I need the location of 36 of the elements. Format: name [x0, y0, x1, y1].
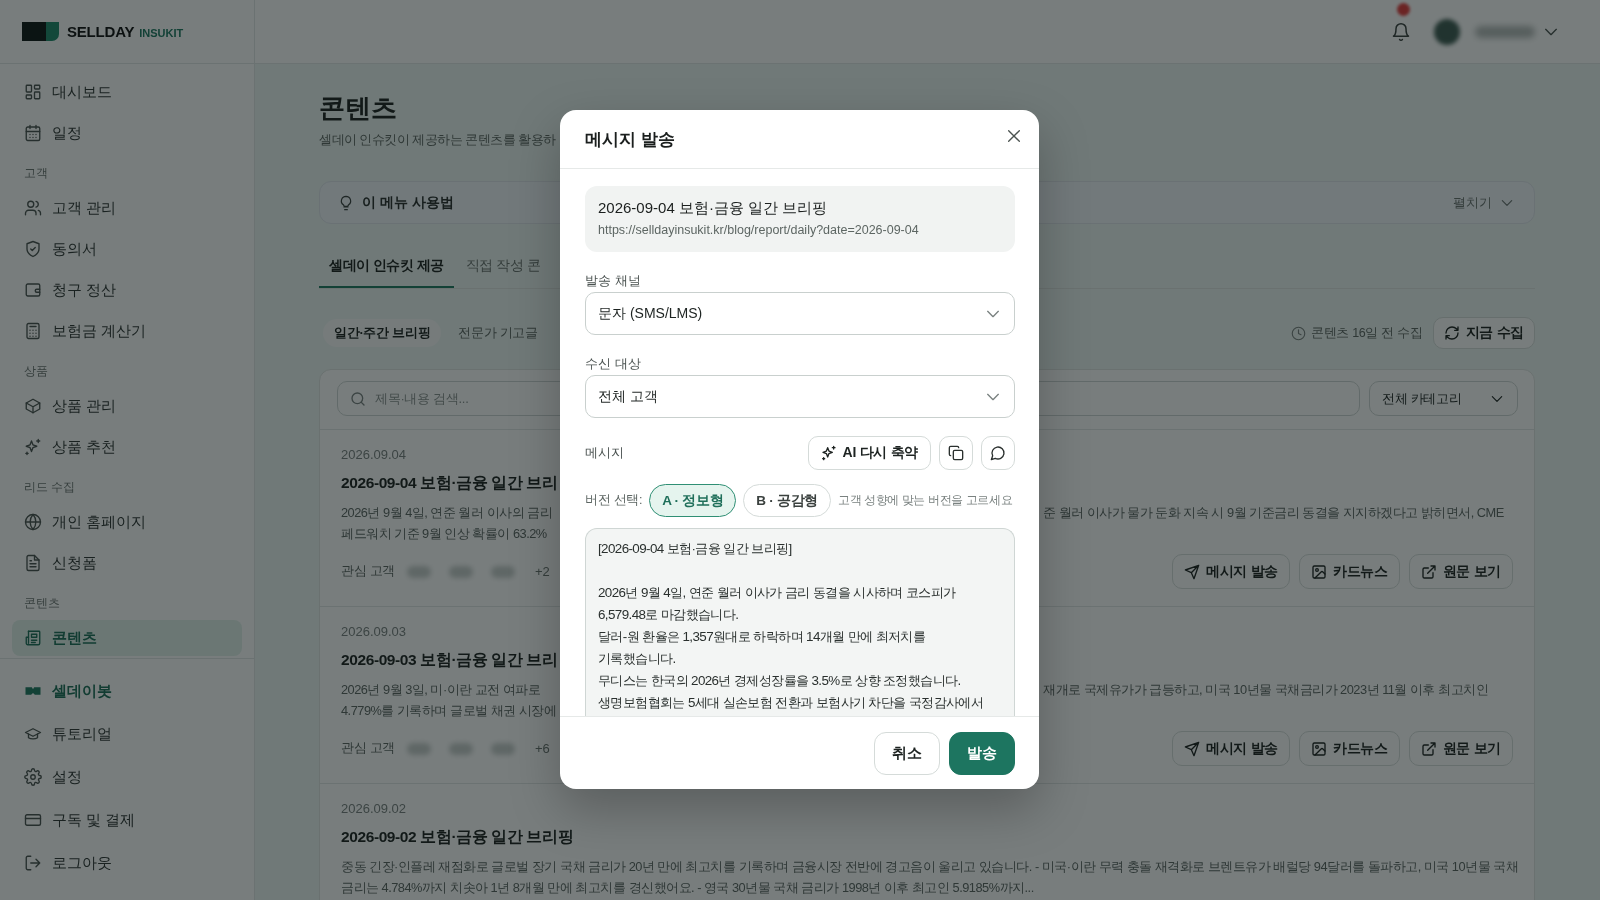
content-date: 2026.09.02 — [341, 800, 407, 818]
excerpt-text: 페드워치 기준 9월 인상 확률이 63.2% — [341, 526, 547, 543]
content-date: 2026.09.03 — [341, 623, 407, 641]
version-label: 버전 선택: — [585, 492, 643, 509]
interest-label: 관심 고객 — [341, 563, 395, 580]
excerpt-text: 2026년 9월 4일, 연준 월러 이사의 금리 — [341, 505, 554, 522]
sidebar-section-label: 고객 — [23, 166, 49, 181]
field-label: 수신 대상 — [585, 355, 641, 372]
article-title: 2026-09-04 보험·금융 일간 브리핑 — [598, 198, 828, 218]
page-subtitle: 셀데이 인슈킷이 제공하는 콘텐츠를 활용하 — [319, 132, 556, 149]
dialog-title: 메시지 발송 — [585, 128, 675, 151]
field-label: 발송 채널 — [585, 272, 641, 289]
excerpt-text: 2026년 9월 3일, 미·이란 교전 여파로 — [341, 682, 542, 699]
excerpt-text: 준 월러 이사가 물가 둔화 지속 시 9월 기준금리 동결을 지지하겠다고 밝히면서, CME — [1043, 505, 1504, 522]
article-url: https://selldayinsukit.kr/blog/report/daily?date=2026-09-04 — [598, 222, 919, 239]
interest-label: 관심 고객 — [341, 740, 395, 757]
excerpt-text: 재개로 국제유가가 급등하고, 미국 10년물 국채금리가 2023년 11월 이후 최고치인 — [1043, 682, 1489, 699]
excerpt-text: 4.779%를 기록하며 글로벌 채권 시장에 — [341, 703, 557, 720]
field-label: 메시지 — [585, 444, 624, 462]
more-count: +6 — [535, 741, 550, 756]
excerpt-text: 중동 긴장·인플레 재점화로 글로벌 장기 국채 금리가 20년 만에 최고치를 기록하며 금융시장 전반에 경고음이 울리고 있습니다. - 미국·이란 무력 충돌 재격화로 브렌트유가 배럴당 94달러를 돌파하고, 미국 10년물 국채 — [341, 859, 1519, 876]
brand-subtitle: INSUKIT — [139, 26, 184, 39]
brand-name: SELLDAY — [67, 23, 135, 40]
page-title: 콘텐츠 — [319, 92, 397, 124]
excerpt-text: 금리는 4.784%까지 치솟아 1년 8개월 만에 최고치를 경신했어요. - 영국 30년물 국채 금리가 1998년 이후 최고인 5.9185%까지... — [341, 880, 1034, 897]
content-title: 2026-09-04 보험·금융 일간 브리 — [341, 473, 558, 493]
content-date: 2026.09.04 — [341, 446, 407, 464]
more-count: +2 — [535, 564, 550, 579]
content-title: 2026-09-03 보험·금융 일간 브리 — [341, 650, 558, 670]
sidebar-section-label: 콘텐츠 — [23, 596, 61, 611]
sidebar-section-label: 상품 — [23, 364, 49, 379]
content-title: 2026-09-02 보험·금융 일간 브리핑 — [341, 827, 574, 847]
guide-title: 이 메뉴 사용법 — [362, 193, 454, 212]
version-hint: 고객 성향에 맞는 버전을 고르세요 — [837, 492, 1013, 509]
sidebar-section-label: 리드 수집 — [23, 480, 77, 495]
collected-time: 콘텐츠 16일 전 수집 — [1310, 324, 1423, 342]
